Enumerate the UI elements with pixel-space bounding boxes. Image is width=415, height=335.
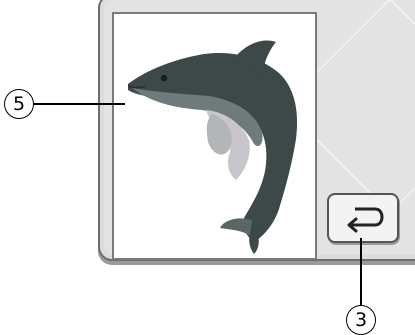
callout-3-number: 3: [354, 309, 368, 331]
callout-5-leader-line: [33, 103, 125, 105]
callout-3-marker: 3: [346, 305, 376, 335]
callout-3-leader-line: [360, 238, 362, 308]
embroidery-preview: [112, 12, 317, 260]
callout-5-marker: 5: [4, 89, 34, 119]
return-arrow-icon: [347, 207, 384, 233]
dolphin-image: [127, 40, 298, 254]
return-button[interactable]: [327, 193, 399, 243]
callout-5-number: 5: [12, 93, 26, 115]
